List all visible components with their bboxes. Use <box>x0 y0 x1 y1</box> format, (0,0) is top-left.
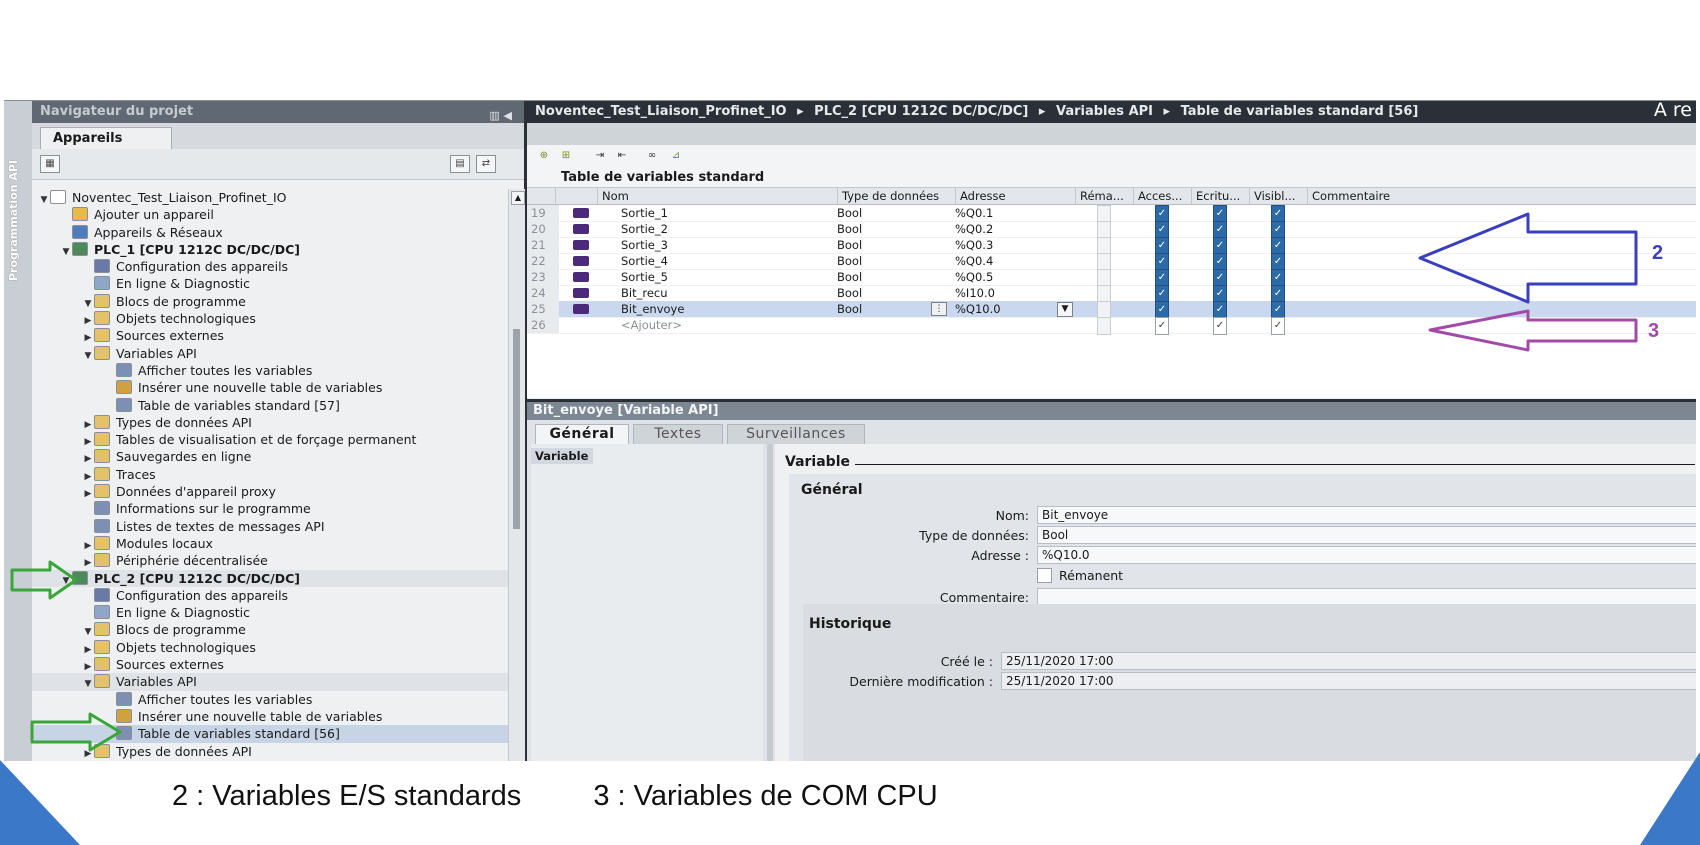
arrow-2-shape <box>1418 212 1638 304</box>
annotation-label-2: 2 <box>1652 242 1664 264</box>
annotation-layer <box>10 212 1638 752</box>
annotation-label-3: 3 <box>1648 320 1660 342</box>
caption-item-2: 2 : Variables E/S standards <box>172 780 522 812</box>
slide-corner-left <box>0 760 80 845</box>
caption-item-3: 3 : Variables de COM CPU <box>593 780 938 812</box>
slide-corner-right <box>1640 752 1700 845</box>
green-arrow-plc2 <box>10 560 78 600</box>
slide-caption: 2 : Variables E/S standards 3 : Variable… <box>172 780 1002 813</box>
arrow-3-shape <box>1428 309 1638 352</box>
green-arrow-table <box>30 712 122 752</box>
